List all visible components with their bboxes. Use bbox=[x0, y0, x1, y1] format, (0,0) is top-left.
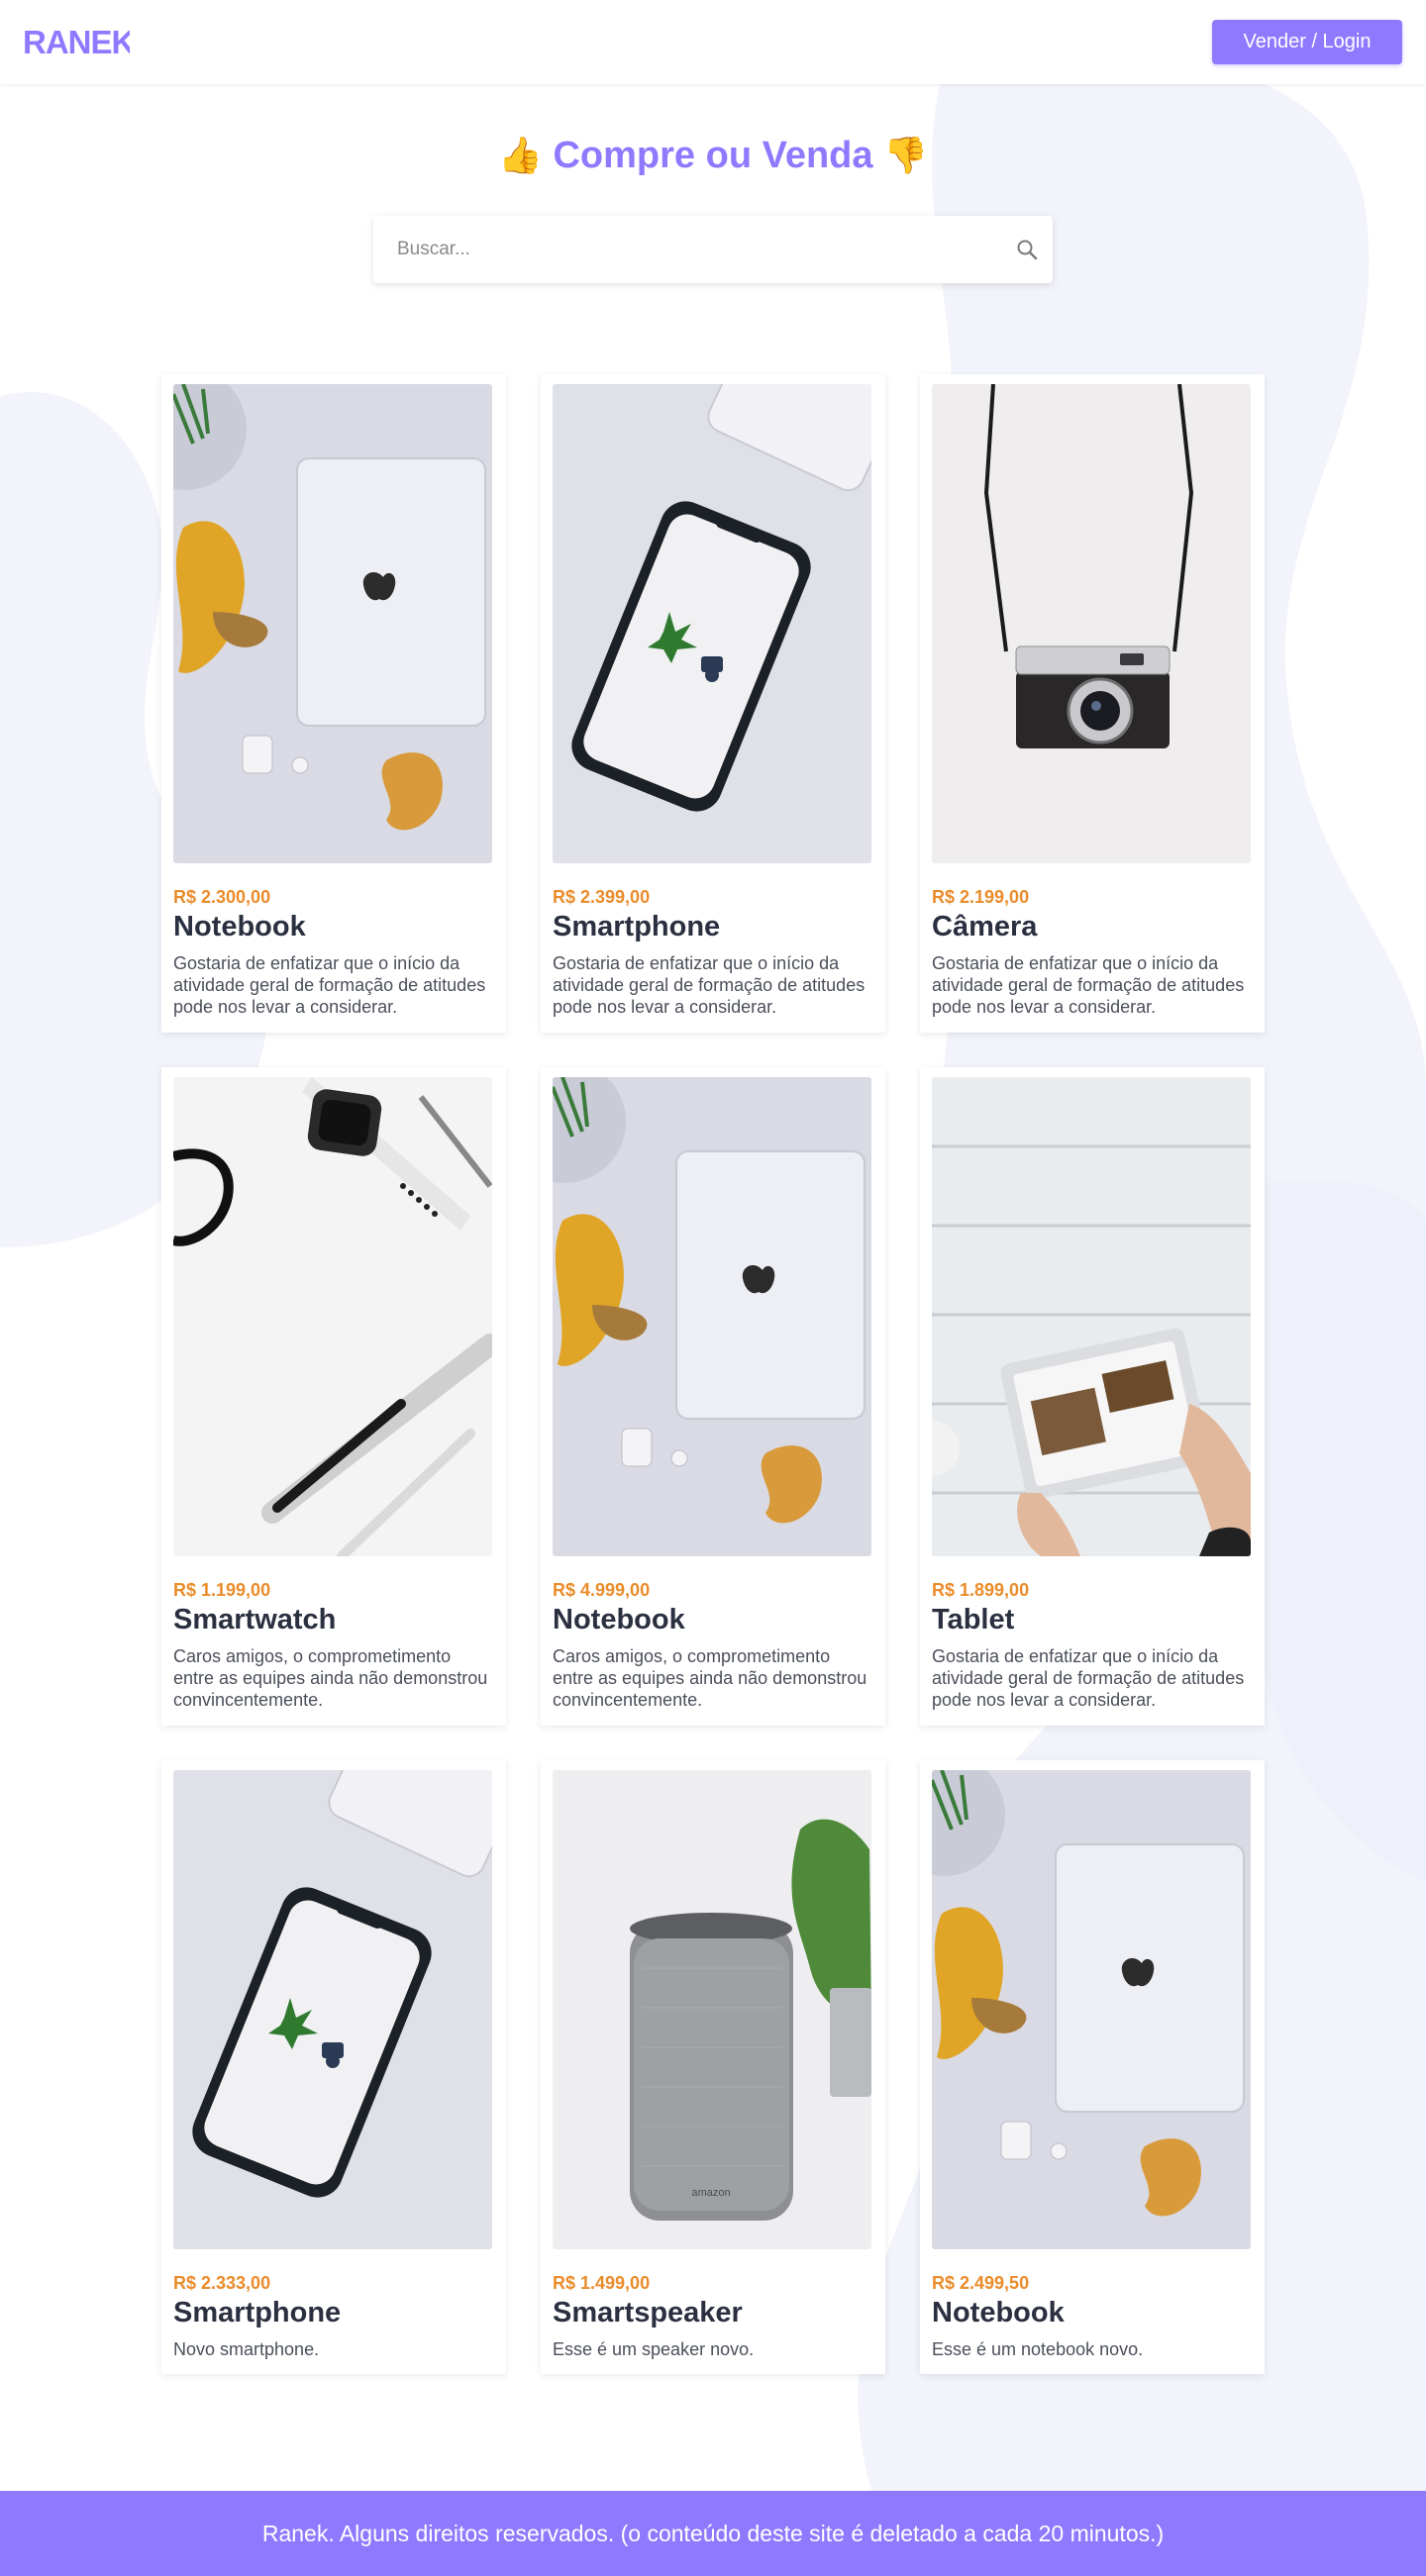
product-price: R$ 4.999,00 bbox=[553, 1580, 651, 1600]
product-description: Gostaria de enfatizar que o início da at… bbox=[932, 1646, 1245, 1710]
footer-text: Ranek. Alguns direitos reservados. (o co… bbox=[261, 2520, 1165, 2546]
product-name[interactable]: Tablet bbox=[932, 1604, 1253, 1636]
product-grid: R$ 2.300,00 Notebook Gostaria de enfatizar… bbox=[161, 374, 1265, 2374]
product-price: R$ 2.399,00 bbox=[553, 887, 651, 907]
product-card[interactable]: R$ 1.199,00 Smartwatch Caros amigos, o com… bbox=[161, 1067, 506, 1726]
smartspeaker-photo[interactable]: amazon bbox=[553, 1770, 871, 2249]
product-price: R$ 2.300,00 bbox=[173, 887, 271, 907]
product-card[interactable]: R$ 2.333,00 Smartphone Novo smartphone. bbox=[161, 1760, 506, 2374]
product-price: R$ 1.499,00 bbox=[553, 2273, 651, 2293]
notebook-photo[interactable] bbox=[173, 384, 492, 863]
smartphone-photo[interactable] bbox=[173, 1770, 492, 2249]
product-card[interactable]: amazon R$ 1.499,00 Smartspeaker Esse é um … bbox=[541, 1760, 885, 2374]
product-card[interactable]: R$ 2.300,00 Notebook Gostaria de enfatizar… bbox=[161, 374, 506, 1033]
product-name[interactable]: Notebook bbox=[932, 2297, 1253, 2329]
search-bar bbox=[373, 216, 1053, 283]
product-description: Gostaria de enfatizar que o início da at… bbox=[173, 953, 486, 1017]
product-name[interactable]: Smartphone bbox=[553, 911, 873, 943]
product-name[interactable]: Notebook bbox=[553, 1604, 873, 1636]
product-name[interactable]: Smartspeaker bbox=[553, 2297, 873, 2329]
product-name[interactable]: Smartphone bbox=[173, 2297, 494, 2329]
product-name[interactable]: Notebook bbox=[173, 911, 494, 943]
smartphone-photo[interactable] bbox=[553, 384, 871, 863]
ranek-logo[interactable]: RANEK bbox=[23, 26, 130, 57]
product-description: Gostaria de enfatizar que o início da at… bbox=[932, 953, 1245, 1017]
notebook-photo[interactable] bbox=[553, 1077, 871, 1556]
product-card[interactable]: R$ 1.899,00 Tablet Gostaria de enfatizar q… bbox=[920, 1067, 1265, 1726]
search-icon[interactable] bbox=[1015, 238, 1039, 261]
camera-photo[interactable] bbox=[932, 384, 1251, 863]
svg-text:amazon: amazon bbox=[691, 2187, 730, 2199]
top-bar: RANEK Vender / Login bbox=[0, 0, 1426, 84]
login-button[interactable]: Vender / Login bbox=[1212, 20, 1402, 64]
search-input[interactable] bbox=[373, 216, 968, 283]
product-card[interactable]: R$ 2.499,50 Notebook Esse é um notebook no… bbox=[920, 1760, 1265, 2374]
product-price: R$ 2.499,50 bbox=[932, 2273, 1030, 2293]
product-price: R$ 2.333,00 bbox=[173, 2273, 271, 2293]
product-description: Caros amigos, o comprometimento entre as… bbox=[553, 1646, 867, 1710]
footer: Ranek. Alguns direitos reservados. (o co… bbox=[0, 2491, 1426, 2576]
product-name[interactable]: Câmera bbox=[932, 911, 1253, 943]
product-price: R$ 2.199,00 bbox=[932, 887, 1030, 907]
product-card[interactable]: R$ 2.199,00 Câmera Gostaria de enfatizar q… bbox=[920, 374, 1265, 1033]
product-price: R$ 1.199,00 bbox=[173, 1580, 271, 1600]
notebook-photo[interactable] bbox=[932, 1770, 1251, 2249]
svg-text:RANEK: RANEK bbox=[23, 26, 130, 57]
tablet-photo[interactable] bbox=[932, 1077, 1251, 1556]
thumbs-up-icon: 👍 bbox=[498, 136, 543, 176]
page-title-text: Compre ou Venda bbox=[553, 135, 873, 176]
product-description: Esse é um speaker novo. bbox=[553, 2339, 755, 2359]
product-description: Caros amigos, o comprometimento entre as… bbox=[173, 1646, 488, 1710]
product-card[interactable]: R$ 4.999,00 Notebook Caros amigos, o compr… bbox=[541, 1067, 885, 1726]
product-name[interactable]: Smartwatch bbox=[173, 1604, 494, 1636]
product-description: Esse é um notebook novo. bbox=[932, 2339, 1144, 2359]
product-card[interactable]: R$ 2.399,00 Smartphone Gostaria de enfatiz… bbox=[541, 374, 885, 1033]
product-description: Novo smartphone. bbox=[173, 2339, 320, 2359]
page-title: 👍 Compre ou Venda 👎 bbox=[0, 135, 1426, 177]
thumbs-down-icon: 👎 bbox=[883, 136, 928, 176]
product-description: Gostaria de enfatizar que o início da at… bbox=[553, 953, 866, 1017]
smartwatch-photo[interactable] bbox=[173, 1077, 492, 1556]
product-price: R$ 1.899,00 bbox=[932, 1580, 1030, 1600]
